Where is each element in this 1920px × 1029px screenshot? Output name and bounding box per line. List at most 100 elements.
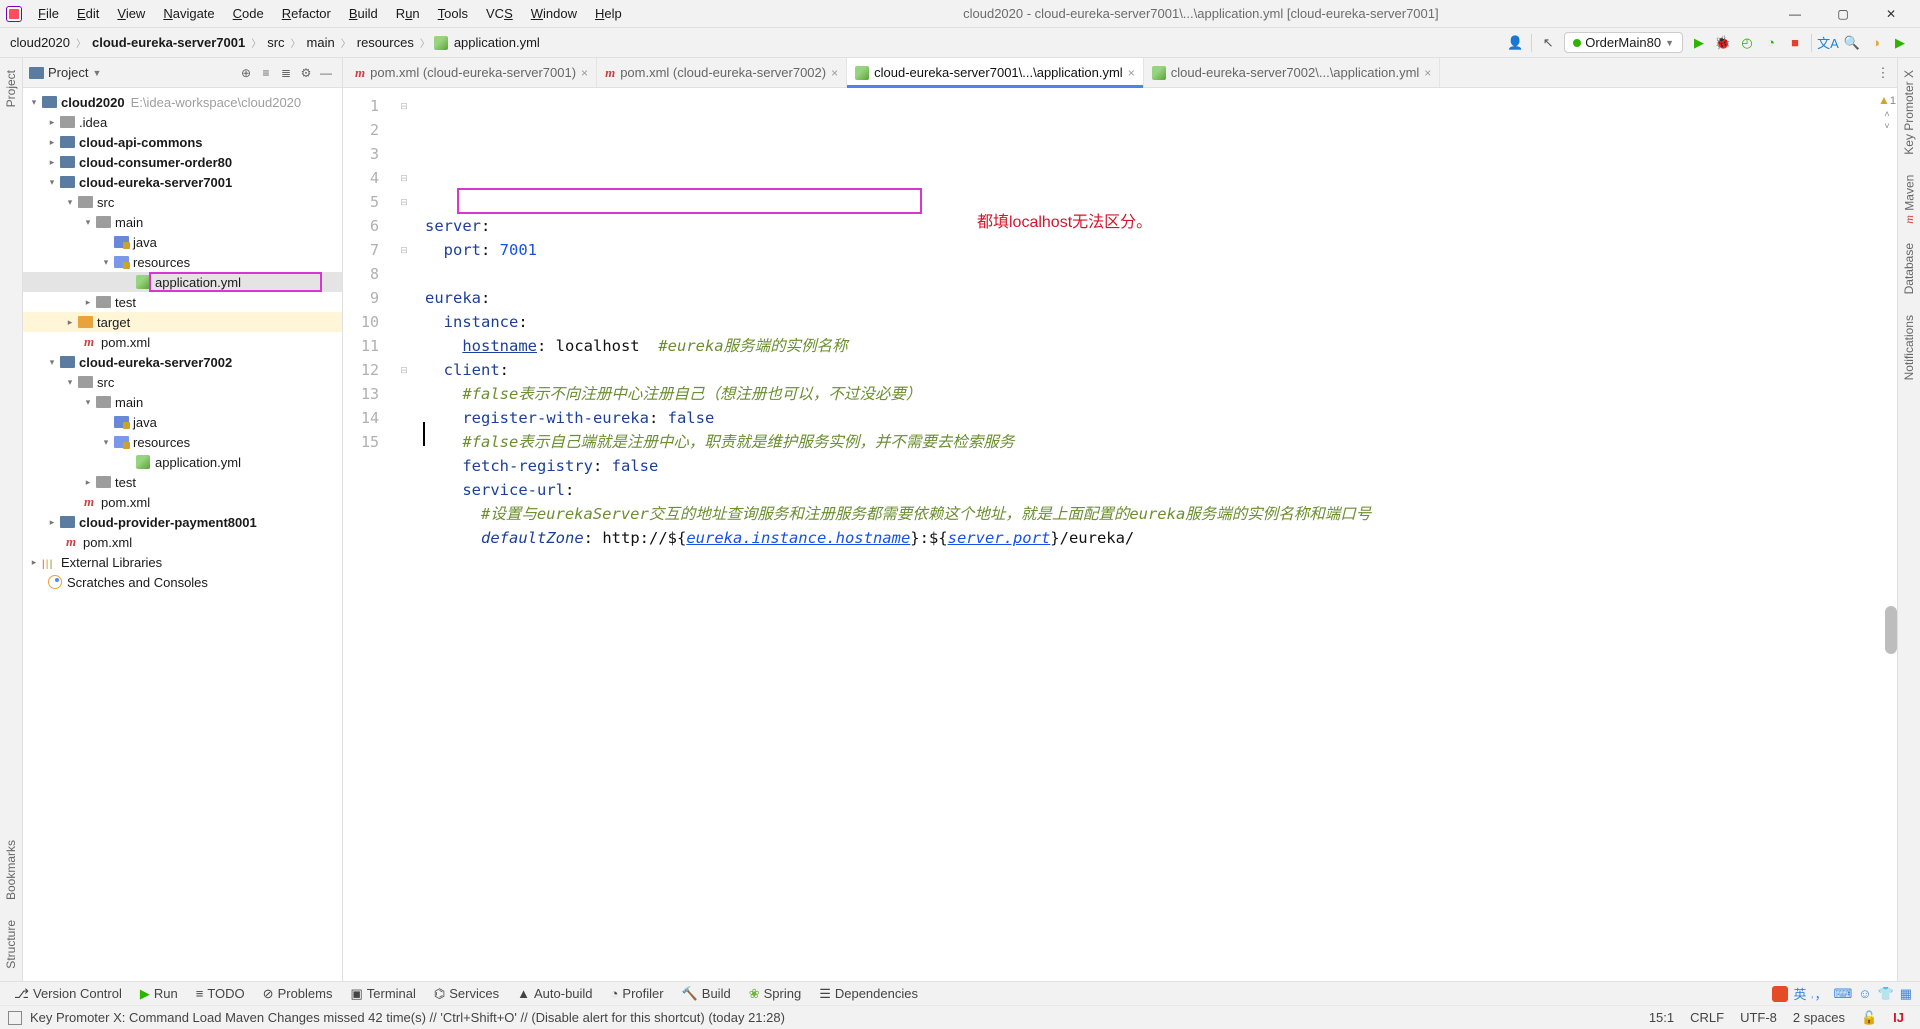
crumb-5[interactable]: application.yml [452,33,542,52]
spring-tab[interactable]: ❀ Spring [743,985,807,1003]
terminal-tab[interactable]: ▣ Terminal [344,985,421,1003]
tree-eureka7001[interactable]: ▾cloud-eureka-server7001 [23,172,342,192]
tab-2[interactable]: cloud-eureka-server7001\...\application.… [847,58,1144,87]
tree-external-libs[interactable]: ▸External Libraries [23,552,342,572]
status-toggle-icon[interactable] [8,1011,22,1025]
menu-vcs[interactable]: VCS [478,4,521,23]
avatar-icon[interactable]: 文A [1817,32,1839,54]
ime-tool4[interactable]: ▦ [1900,986,1912,1002]
menu-help[interactable]: Help [587,4,630,23]
expand-icon[interactable]: ≡ [256,63,276,83]
menu-tools[interactable]: Tools [430,4,476,23]
tree-7002-java[interactable]: java [23,412,342,432]
todo-tab[interactable]: ≡ TODO [190,985,251,1002]
add-user-icon[interactable]: 👤 [1504,32,1526,54]
tree-scratches[interactable]: Scratches and Consoles [23,572,342,592]
right-keypromoter-tab[interactable]: Key Promoter X [1902,64,1916,161]
build-hammer-icon[interactable]: ↖ [1537,32,1559,54]
tree-7001-java[interactable]: java [23,232,342,252]
left-structure-tab[interactable]: Structure [4,914,18,975]
indent[interactable]: 2 spaces [1785,1010,1853,1025]
tree-7001-target[interactable]: ▸target [23,312,342,332]
menu-window[interactable]: Window [523,4,585,23]
ime-tool1[interactable]: ⌨ [1833,986,1852,1002]
run-config-select[interactable]: OrderMain80 ▼ [1564,32,1683,53]
tree-api-commons[interactable]: ▸cloud-api-commons [23,132,342,152]
fold-gutter[interactable]: ⊟⊟⊟⊟⊟ [391,88,417,981]
crumb-2[interactable]: src [265,33,286,52]
ime-tool3[interactable]: 👕 [1878,986,1894,1002]
readonly-lock-icon[interactable]: 🔓 [1853,1010,1885,1026]
tree-root-pom[interactable]: mpom.xml [23,532,342,552]
tree-7002-src[interactable]: ▾src [23,372,342,392]
build-tab[interactable]: 🔨 Build [676,985,737,1003]
menu-refactor[interactable]: Refactor [274,4,339,23]
code-editor[interactable]: 都填localhost无法区分。 server: port: 7001 eure… [417,88,1877,981]
tree-7002-test[interactable]: ▸test [23,472,342,492]
menu-view[interactable]: View [109,4,153,23]
tree-idea[interactable]: ▸.idea [23,112,342,132]
scrollbar[interactable] [1885,606,1897,654]
close-icon[interactable]: × [1128,66,1135,80]
vcs-tab[interactable]: ⎇ Version Control [8,985,128,1003]
dependencies-tab[interactable]: ☰ Dependencies [813,985,924,1003]
ide-update-icon[interactable]: ◑ [1865,32,1887,54]
tree-7002-pom[interactable]: mpom.xml [23,492,342,512]
left-project-tab[interactable]: Project [4,64,18,113]
right-notifications-tab[interactable]: Notifications [1902,309,1916,386]
editor-body[interactable]: 123456789101112131415 ⊟⊟⊟⊟⊟ 都填localhost无… [343,88,1897,981]
window-maximize[interactable]: ▢ [1820,0,1866,28]
crumb-1[interactable]: cloud-eureka-server7001 [90,33,247,52]
tree-payment8001[interactable]: ▸cloud-provider-payment8001 [23,512,342,532]
settings-icon[interactable]: ⚙ [296,63,316,83]
close-icon[interactable]: × [581,66,588,80]
autobuild-tab[interactable]: ▲ Auto-build [511,985,598,1002]
locate-icon[interactable]: ⊕ [236,63,256,83]
sogou-ime-icon[interactable] [1772,986,1788,1002]
tree-7001-src[interactable]: ▾src [23,192,342,212]
tree-root[interactable]: ▾cloud2020E:\idea-workspace\cloud2020 [23,92,342,112]
services-tab[interactable]: ⌬ Services [428,985,505,1003]
tree-7002-main[interactable]: ▾main [23,392,342,412]
tab-1[interactable]: mpom.xml (cloud-eureka-server7002)× [597,58,847,87]
tree-7001-pom[interactable]: mpom.xml [23,332,342,352]
tree-7001-res[interactable]: ▾resources [23,252,342,272]
ime-lang[interactable]: 英 ˒， [1794,984,1828,1003]
window-minimize[interactable]: — [1772,0,1818,28]
stop-icon[interactable]: ■ [1784,32,1806,54]
tree-7001-test[interactable]: ▸test [23,292,342,312]
menu-file[interactable]: File [30,4,67,23]
menu-edit[interactable]: Edit [69,4,107,23]
crumb-4[interactable]: resources [355,33,416,52]
tab-0[interactable]: mpom.xml (cloud-eureka-server7001)× [347,58,597,87]
line-separator[interactable]: CRLF [1682,1010,1732,1025]
caret-position[interactable]: 15:1 [1641,1010,1682,1025]
coverage-icon[interactable]: ◴ [1736,32,1758,54]
tree-7002-res[interactable]: ▾resources [23,432,342,452]
profiler-tab[interactable]: ◔ Profiler [605,985,670,1002]
ime-tool2[interactable]: ☺ [1858,986,1871,1001]
tree-7001-appyml[interactable]: application.yml [23,272,342,292]
tab-3[interactable]: cloud-eureka-server7002\...\application.… [1144,58,1441,87]
inspection-bar[interactable]: ▲1 ˄˅ [1877,88,1897,981]
debug-icon[interactable]: 🐞 [1712,32,1734,54]
run-icon[interactable]: ▶ [1688,32,1710,54]
tabs-more-icon[interactable]: ⋮ [1869,58,1897,87]
tree-eureka7002[interactable]: ▾cloud-eureka-server7002 [23,352,342,372]
search-icon[interactable]: 🔍 [1841,32,1863,54]
profile-icon[interactable]: ◔ [1760,32,1782,54]
menu-code[interactable]: Code [225,4,272,23]
crumb-3[interactable]: main [305,33,337,52]
close-icon[interactable]: × [1424,66,1431,80]
crumb-0[interactable]: cloud2020 [8,33,72,52]
window-close[interactable]: ✕ [1868,0,1914,28]
collapse-icon[interactable]: ≣ [276,63,296,83]
right-database-tab[interactable]: Database [1902,237,1916,300]
run-tab[interactable]: ▶ Run [134,985,184,1003]
project-tree[interactable]: ▾cloud2020E:\idea-workspace\cloud2020 ▸.… [23,88,342,981]
hide-icon[interactable]: — [316,63,336,83]
run2-icon[interactable]: ▶ [1889,32,1911,54]
tree-order80[interactable]: ▸cloud-consumer-order80 [23,152,342,172]
tree-7002-appyml[interactable]: application.yml [23,452,342,472]
problems-tab[interactable]: ⊘ Problems [257,985,339,1003]
